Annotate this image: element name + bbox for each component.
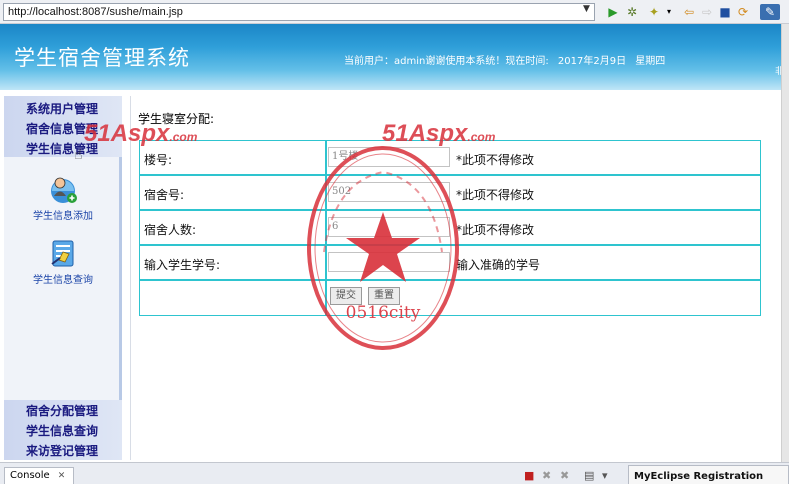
tool-add-student-label: 学生信息添加: [33, 211, 93, 222]
assign-form-table: 楼号: 1号楼 *此项不得修改 宿舍号: 502 *此项不得修改 宿舍人数: 6…: [139, 140, 761, 316]
form-row-student-id: 输入学生学号: 输入准确的学号: [140, 246, 760, 281]
hand-cursor-icon: ☝: [74, 147, 83, 163]
console-bar: Console ✕ ■ ✖ ✖ ▤ ▾ MyEclipse Registratio…: [0, 462, 789, 484]
current-weekday: 星期四: [635, 56, 666, 67]
terminate-icon[interactable]: ■: [524, 469, 534, 482]
search-doc-icon: [51, 240, 74, 267]
form-title: 学生寝室分配:: [138, 112, 215, 126]
user-greeting: 当前用户：admin谢谢使用本系统！现在时间:: [344, 56, 549, 67]
console-dropdown-icon[interactable]: ▾: [602, 469, 608, 482]
nav-item-dorm-info[interactable]: 宿舍信息管理: [26, 120, 98, 137]
debug-icon[interactable]: ✲: [624, 4, 640, 20]
run-icon[interactable]: ▶: [606, 4, 620, 20]
capacity-input[interactable]: 6: [328, 217, 450, 237]
console-tab-label: Console: [10, 470, 50, 481]
nav-bottom-block: 宿舍分配管理 学生信息查询 来访登记管理: [4, 400, 122, 460]
url-input[interactable]: http://localhost:8087/sushe/main.jsp: [3, 3, 595, 21]
room-label: 宿舍号:: [144, 188, 185, 202]
tools-icon[interactable]: ✦: [646, 4, 662, 20]
registration-tab[interactable]: MyEclipse Registration: [628, 465, 789, 484]
remove-launch-icon[interactable]: ✖: [542, 469, 551, 482]
stop-icon[interactable]: ■: [718, 4, 732, 20]
reset-button[interactable]: 重置: [368, 287, 400, 305]
system-title: 学生宿舍管理系统: [14, 46, 190, 70]
current-date: 2017年2月9日: [557, 56, 627, 67]
back-icon[interactable]: ⇦: [682, 4, 696, 20]
close-icon[interactable]: ✕: [58, 471, 66, 481]
page-viewport: 学生宿舍管理系统 当前用户：admin谢谢使用本系统！现在时间: 2017年2月…: [0, 24, 784, 462]
nav-item-system-users[interactable]: 系统用户管理: [26, 100, 98, 117]
form-row-building: 楼号: 1号楼 *此项不得修改: [140, 141, 760, 176]
tool-query-student-label: 学生信息查询: [33, 275, 93, 286]
nav-item-visitor-log[interactable]: 来访登记管理: [26, 442, 98, 459]
tool-query-student[interactable]: 学生信息查询: [4, 236, 122, 286]
capacity-note: *此项不得修改: [456, 223, 535, 237]
form-row-buttons: 提交 重置: [140, 281, 760, 316]
nav-item-student-info[interactable]: 学生信息管理: [26, 140, 98, 157]
clear-console-icon[interactable]: ▤: [584, 469, 594, 482]
nav-top-block: 系统用户管理 宿舍信息管理 学生信息管理 ☝: [4, 96, 122, 163]
nav-item-dorm-assign[interactable]: 宿舍分配管理: [26, 402, 98, 419]
forward-icon[interactable]: ⇨: [700, 4, 714, 20]
building-label: 楼号:: [144, 153, 173, 167]
form-row-capacity: 宿舍人数: 6 *此项不得修改: [140, 211, 760, 246]
left-nav: 系统用户管理 宿舍信息管理 学生信息管理 ☝ 学生信息添加 学生信息查询 宿舍分…: [4, 96, 122, 460]
page-header: 学生宿舍管理系统 当前用户：admin谢谢使用本系统！现在时间: 2017年2月…: [0, 24, 784, 90]
remove-all-icon[interactable]: ✖: [560, 469, 569, 482]
url-dropdown-icon[interactable]: ▼: [583, 4, 590, 14]
capacity-label: 宿舍人数:: [144, 223, 197, 237]
tool-add-student[interactable]: 学生信息添加: [4, 172, 122, 222]
browser-toolbar: http://localhost:8087/sushe/main.jsp ▼ ▶…: [0, 0, 789, 24]
student-id-note: 输入准确的学号: [456, 258, 541, 272]
room-note: *此项不得修改: [456, 188, 535, 202]
room-input[interactable]: 502: [328, 182, 450, 202]
submit-button[interactable]: 提交: [330, 287, 362, 305]
student-id-input[interactable]: [328, 252, 450, 272]
console-tab[interactable]: Console ✕: [4, 467, 74, 484]
building-note: *此项不得修改: [456, 153, 535, 167]
vertical-scrollbar[interactable]: [781, 24, 789, 462]
student-id-label: 输入学生学号:: [144, 258, 221, 272]
myeclipse-perspective-icon[interactable]: ✎: [760, 4, 780, 20]
refresh-icon[interactable]: ⟳: [736, 4, 750, 20]
nav-item-student-query[interactable]: 学生信息查询: [26, 422, 98, 439]
building-input[interactable]: 1号楼: [328, 147, 450, 167]
tools-dropdown-icon[interactable]: ▾: [664, 4, 674, 20]
form-row-room: 宿舍号: 502 *此项不得修改: [140, 176, 760, 211]
main-content: 学生寝室分配: 楼号: 1号楼 *此项不得修改 宿舍号: 502 *此项不得修改…: [130, 96, 781, 460]
user-add-icon: [51, 177, 77, 203]
user-info: 当前用户：admin谢谢使用本系统！现在时间: 2017年2月9日 星期四: [344, 52, 665, 67]
